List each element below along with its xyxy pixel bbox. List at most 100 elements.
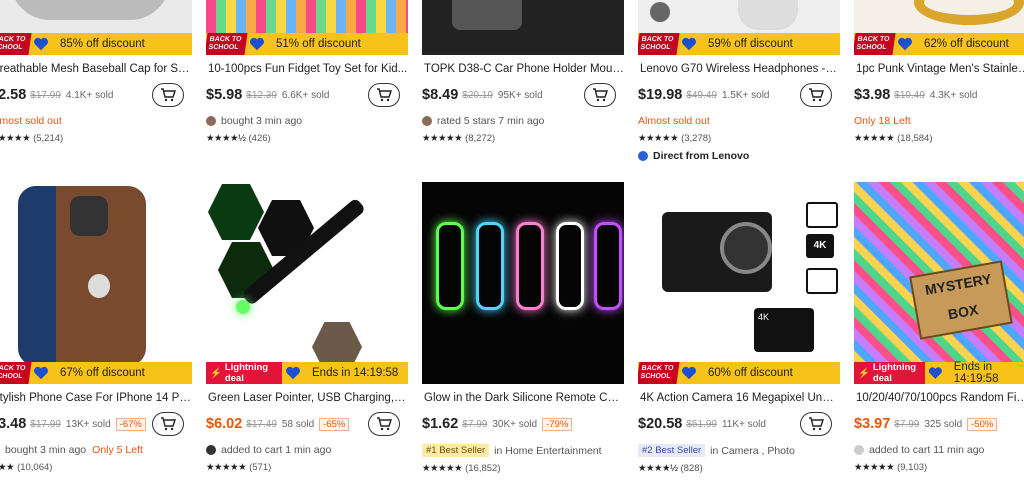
product-title[interactable]: Breathable Mesh Baseball Cap for Su... [0, 63, 192, 75]
discount-banner: BACK TO SCHOOL 51% off discount [206, 33, 408, 55]
price-row: $2.58 $17.99 4.1K+ sold [0, 83, 192, 107]
product-image[interactable]: BACK TO SCHOOL 62% off discount [854, 0, 1024, 55]
banner-text: 60% off discount [708, 367, 793, 379]
heart-icon [249, 37, 265, 51]
banner-text: 67% off discount [60, 367, 145, 379]
old-price: $12.39 [246, 89, 277, 101]
sold-count: 95K+ sold [497, 89, 543, 101]
product-title[interactable]: Lenovo G70 Wireless Headphones - 2... [638, 63, 840, 75]
price: $1.62 [422, 416, 459, 432]
discount-banner: BACK TO SCHOOL 59% off discount [638, 33, 840, 55]
back-to-school-badge: BACK TO SCHOOL [0, 33, 32, 55]
price-row: $1.62 $7.99 30K+ sold -79% [422, 412, 624, 436]
heart-icon [928, 367, 942, 379]
old-price: $51.99 [686, 418, 717, 430]
banner-text: 59% off discount [708, 38, 793, 50]
cart-icon [161, 417, 176, 431]
old-price: $7.99 [894, 418, 920, 430]
add-to-cart-button[interactable] [800, 412, 832, 436]
price-row: $3.97 $7.99 325 sold -50% [854, 412, 1024, 436]
add-to-cart-button[interactable] [584, 83, 616, 107]
product-card[interactable]: BACK TO SCHOOL 51% off discount 10-100pc… [206, 0, 408, 144]
product-image[interactable]: BACK TO SCHOOL 51% off discount [206, 0, 408, 55]
product-card[interactable]: ⚡ Lightning deal Ends in 14:19:58 Green L… [206, 182, 408, 473]
discount-percent: -79% [542, 417, 573, 431]
add-to-cart-button[interactable] [368, 412, 400, 436]
back-to-school-badge: BACK TO SCHOOL [854, 33, 896, 55]
product-image[interactable] [422, 182, 624, 384]
product-image[interactable]: BACK TO SCHOOL 59% off discount [638, 0, 840, 55]
heart-icon [33, 366, 49, 380]
stock-alert: Only 18 Left [854, 115, 911, 127]
activity-line: bought 3 min ago Only 5 Left [5, 444, 143, 456]
product-card[interactable]: BACK TO SCHOOL 67% off discount Stylish … [0, 182, 192, 473]
price: $5.98 [206, 87, 243, 103]
product-card[interactable]: BACK TO SCHOOL 85% off discount Breathab… [0, 0, 192, 144]
product-card[interactable]: TOPK D38-C Car Phone Holder Moun... $8.4… [422, 0, 624, 144]
old-price: $49.49 [686, 89, 717, 101]
price: $19.98 [638, 87, 683, 103]
product-image[interactable]: 4K 4K BACK TO SCHOOL 60% off discount [638, 182, 840, 384]
sold-count: 11K+ sold [721, 418, 766, 430]
price-row: $6.02 $17.49 58 sold -65% [206, 412, 408, 436]
banner-text: 85% off discount [60, 38, 145, 50]
add-to-cart-button[interactable] [152, 412, 184, 436]
old-price: $17.99 [30, 89, 61, 101]
product-card[interactable]: Glow in the Dark Silicone Remote Con... … [422, 182, 624, 474]
4k-badge: 4K [806, 234, 834, 258]
product-title[interactable]: Green Laser Pointer, USB Charging, B... [206, 392, 408, 404]
discount-percent: -67% [115, 417, 146, 431]
product-title[interactable]: TOPK D38-C Car Phone Holder Moun... [422, 63, 624, 75]
stock-alert: Only 5 Left [92, 444, 143, 456]
old-price: $17.99 [30, 418, 61, 430]
sold-count: 1.5K+ sold [721, 89, 770, 101]
rating: ★★★★½ (426) [206, 133, 271, 144]
product-grid: BACK TO SCHOOL 85% off discount Breathab… [0, 0, 1024, 486]
heart-icon [681, 37, 697, 51]
rating: ★★★★½ (828) [638, 463, 703, 474]
sold-count: 4.3K+ sold [929, 89, 978, 101]
product-title[interactable]: 4K Action Camera 16 Megapixel Unde... [638, 392, 840, 404]
sold-count: 325 sold [924, 418, 963, 430]
direct-seller: Direct from Lenovo [638, 150, 840, 162]
discount-percent: -65% [319, 417, 350, 431]
back-to-school-badge: BACK TO SCHOOL [638, 33, 680, 55]
mystery-box-label: MYSTERY BOX [909, 260, 1013, 340]
product-title[interactable]: 10/20/40/70/100pcs Random Fidget... [854, 392, 1024, 404]
banner-text: 51% off discount [276, 38, 361, 50]
product-image[interactable]: MYSTERY BOX ⚡ Lightning deal Ends in 14:1… [854, 182, 1024, 384]
old-price: $10.49 [894, 89, 925, 101]
product-image[interactable]: ⚡ Lightning deal Ends in 14:19:58 [206, 182, 408, 384]
product-title[interactable]: Glow in the Dark Silicone Remote Con... [422, 392, 624, 404]
product-card[interactable]: BACK TO SCHOOL 59% off discount Lenovo G… [638, 0, 840, 162]
rating: ★★★(10,064) [0, 462, 53, 473]
banner-text: 62% off discount [924, 38, 1009, 50]
heart-icon [285, 366, 301, 380]
add-to-cart-button[interactable] [152, 83, 184, 107]
discount-banner: BACK TO SCHOOL 62% off discount [854, 33, 1024, 55]
price-row: $3.48 $17.99 13K+ sold -67% [0, 412, 192, 436]
add-to-cart-button[interactable] [368, 83, 400, 107]
product-image[interactable]: BACK TO SCHOOL 67% off discount [0, 182, 192, 384]
price: $2.58 [0, 87, 27, 103]
product-card[interactable]: BACK TO SCHOOL 62% off discount 1pc Punk… [854, 0, 1024, 144]
cart-icon [809, 417, 824, 431]
product-card[interactable]: MYSTERY BOX ⚡ Lightning deal Ends in 14:1… [854, 182, 1024, 473]
sold-count: 30K+ sold [492, 418, 538, 430]
rating: ★★★★★ (9,103) [854, 462, 928, 473]
cart-icon [593, 88, 608, 102]
rating: ★★★★★ (8,272) [422, 133, 496, 144]
back-to-school-badge: BACK TO SCHOOL [206, 33, 248, 55]
deal-timer: Ends in 14:19:58 [312, 367, 399, 379]
price: $8.49 [422, 87, 459, 103]
old-price: $20.19 [462, 89, 493, 101]
rating: ★★★★★(5,214) [0, 133, 64, 144]
product-title[interactable]: 1pc Punk Vintage Men's Stainless S... [854, 63, 1024, 75]
add-to-cart-button[interactable] [800, 83, 832, 107]
product-image[interactable]: BACK TO SCHOOL 85% off discount [0, 0, 192, 55]
product-title[interactable]: Stylish Phone Case For IPhone 14 Pro... [0, 392, 192, 404]
product-card[interactable]: 4K 4K BACK TO SCHOOL 60% off discount 4K… [638, 182, 840, 474]
product-title[interactable]: 10-100pcs Fun Fidget Toy Set for Kid... [206, 63, 408, 75]
price: $3.98 [854, 87, 891, 103]
product-image[interactable] [422, 0, 624, 55]
